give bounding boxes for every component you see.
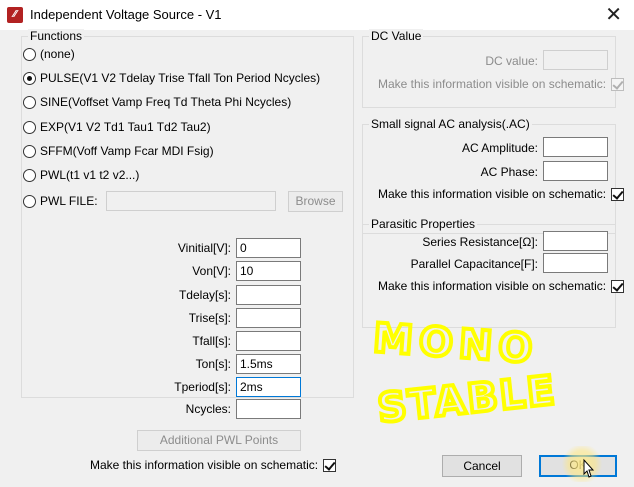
dialog-body: Functions (none) PULSE(V1 V2 Tdelay Tris… [0, 29, 634, 487]
radio-label: SINE(Voffset Vamp Freq Td Theta Phi Ncyc… [40, 95, 292, 109]
radio-label: EXP(V1 V2 Td1 Tau1 Td2 Tau2) [40, 120, 211, 134]
radio-label: PULSE(V1 V2 Tdelay Trise Tfall Ton Perio… [40, 71, 321, 85]
radio-button-selected[interactable] [23, 71, 36, 85]
vinitial-label: Vinitial[V]: [177, 241, 231, 255]
radio-sffm[interactable]: SFFM(Voff Vamp Fcar MDI Fsig) [23, 142, 214, 160]
ton-input[interactable]: 1.5ms [236, 354, 301, 374]
handwritten-annotation: MONO STABLE [370, 313, 561, 425]
window-title: Independent Voltage Source - V1 [30, 7, 222, 22]
ac-amplitude-label: AC Amplitude: [461, 141, 538, 155]
radio-sine[interactable]: SINE(Voffset Vamp Freq Td Theta Phi Ncyc… [23, 93, 291, 111]
radio-label: PWL(t1 v1 t2 v2...) [40, 168, 140, 182]
ac-amplitude-input[interactable] [543, 137, 608, 157]
ncycles-label: Ncycles: [185, 402, 231, 416]
radio-none[interactable]: (none) [23, 45, 75, 63]
ac-visible-checkbox-row[interactable]: Make this information visible on schemat… [378, 187, 625, 201]
dc-visible-label: Make this information visible on schemat… [378, 77, 607, 91]
radio-pwl-file[interactable]: PWL FILE: [23, 192, 98, 210]
functions-visible-label: Make this information visible on schemat… [90, 458, 319, 472]
close-icon[interactable]: ✕ [605, 3, 622, 25]
dc-visible-checkbox-row[interactable]: Make this information visible on schemat… [378, 77, 625, 91]
trise-input[interactable] [236, 308, 301, 328]
radio-pwl[interactable]: PWL(t1 v1 t2 v2...) [23, 166, 139, 184]
dc-value-input[interactable] [543, 50, 608, 70]
radio-button[interactable] [23, 168, 36, 182]
parasitic-group-title: Parasitic Properties [369, 217, 478, 231]
annotation-line-2: STABLE [376, 368, 559, 425]
tperiod-input[interactable]: 2ms [236, 377, 301, 397]
vinitial-input[interactable]: 0 [236, 238, 301, 258]
radio-label: PWL FILE: [40, 194, 98, 208]
parasitic-visible-label: Make this information visible on schemat… [378, 279, 607, 293]
additional-pwl-points-button[interactable]: Additional PWL Points [137, 430, 301, 451]
trise-label: Trise[s]: [188, 311, 231, 325]
browse-button[interactable]: Browse [288, 191, 343, 212]
parallel-capacitance-input[interactable] [543, 253, 608, 273]
tfall-input[interactable] [236, 331, 301, 351]
radio-button[interactable] [23, 144, 36, 158]
tdelay-input[interactable] [236, 285, 301, 305]
dc-value-group: DC Value [362, 29, 616, 108]
von-input[interactable]: 10 [236, 261, 301, 281]
ac-visible-checkbox[interactable] [611, 187, 625, 201]
functions-group-title: Functions [28, 29, 85, 43]
ncycles-input[interactable] [236, 399, 301, 419]
ac-phase-input[interactable] [543, 161, 608, 181]
radio-button[interactable] [23, 194, 36, 208]
tperiod-label: Tperiod[s]: [174, 380, 231, 394]
tfall-label: Tfall[s]: [192, 334, 231, 348]
radio-label: SFFM(Voff Vamp Fcar MDI Fsig) [40, 144, 214, 158]
ac-phase-label: AC Phase: [480, 165, 538, 179]
dc-value-group-title: DC Value [369, 29, 424, 43]
parasitic-visible-checkbox-row[interactable]: Make this information visible on schemat… [378, 279, 625, 293]
functions-visible-checkbox[interactable] [323, 458, 337, 472]
ton-label: Ton[s]: [195, 357, 231, 371]
parallel-capacitance-label: Parallel Capacitance[F]: [410, 257, 538, 271]
von-label: Von[V]: [192, 264, 231, 278]
radio-button[interactable] [23, 120, 36, 134]
radio-exp[interactable]: EXP(V1 V2 Td1 Tau1 Td2 Tau2) [23, 118, 211, 136]
series-resistance-input[interactable] [543, 231, 608, 251]
cancel-button[interactable]: Cancel [442, 455, 522, 477]
functions-visible-checkbox-row[interactable]: Make this information visible on schemat… [90, 458, 337, 472]
mouse-cursor-icon [583, 458, 595, 478]
parasitic-visible-checkbox[interactable] [611, 279, 625, 293]
radio-label: (none) [40, 47, 75, 61]
dc-value-label: DC value: [485, 54, 538, 68]
radio-button[interactable] [23, 47, 36, 61]
radio-button[interactable] [23, 95, 36, 109]
annotation-line-1: MONO [372, 315, 540, 372]
pwl-file-input[interactable] [106, 191, 276, 211]
ltspice-icon: ⁄⁄ [7, 7, 23, 23]
series-resistance-label: Series Resistance[Ω]: [422, 235, 538, 249]
radio-pulse[interactable]: PULSE(V1 V2 Tdelay Trise Tfall Ton Perio… [23, 69, 320, 87]
tdelay-label: Tdelay[s]: [178, 288, 231, 302]
ac-analysis-group-title: Small signal AC analysis(.AC) [369, 117, 532, 131]
title-bar: ⁄⁄ Independent Voltage Source - V1 ✕ [0, 0, 634, 30]
ac-visible-label: Make this information visible on schemat… [378, 187, 607, 201]
dc-visible-checkbox[interactable] [611, 77, 625, 91]
